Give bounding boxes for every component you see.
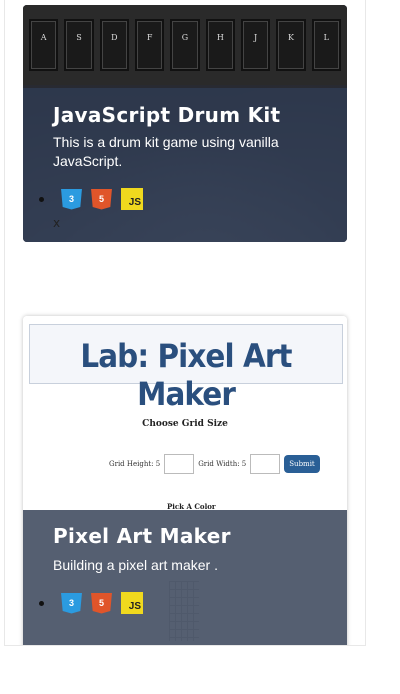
css3-icon: 3 <box>61 188 82 210</box>
html5-icon: 5 <box>91 188 112 210</box>
css3-icon: 3 <box>61 592 82 614</box>
projects-panel: A S D F G H J K L JavaScript Drum Kit Th… <box>5 0 365 645</box>
preview-form: Grid Height: 5 Grid Width: 5 Submit <box>109 454 320 474</box>
drum-key: J <box>240 19 271 71</box>
project-card-pixel-art-maker[interactable]: Lab: Pixel Art Maker Choose Grid Size Gr… <box>23 316 347 645</box>
drum-key: F <box>134 19 165 71</box>
project-title[interactable]: JavaScript Drum Kit <box>53 103 280 127</box>
js-icon: JS <box>121 592 143 614</box>
drum-key: H <box>205 19 235 71</box>
project-description: Building a pixel art maker . <box>53 557 218 573</box>
drum-key: D <box>99 19 129 71</box>
preview-banner-title: Lab: Pixel Art Maker <box>80 337 292 413</box>
preview-grid-height-label: Grid Height: 5 <box>109 460 161 468</box>
stray-x-text: x <box>53 216 61 230</box>
preview-banner: Lab: Pixel Art Maker <box>29 324 343 413</box>
list-bullet <box>39 600 44 606</box>
project-description: This is a drum kit game using vanilla Ja… <box>53 134 279 169</box>
preview-grid-height-input <box>164 454 195 474</box>
project-card-drum-kit[interactable]: A S D F G H J K L JavaScript Drum Kit Th… <box>23 5 347 242</box>
preview-choose-grid: Choose Grid Size <box>142 419 228 429</box>
preview-grid-width-label: Grid Width: 5 <box>198 460 247 468</box>
drum-key: K <box>276 19 306 71</box>
tech-stack-list: 3 5 JS <box>39 188 143 210</box>
drum-key: S <box>64 19 94 71</box>
project-title[interactable]: Pixel Art Maker <box>53 524 231 548</box>
html5-icon: 5 <box>91 592 112 614</box>
js-icon: JS <box>121 188 143 210</box>
list-bullet <box>39 196 44 202</box>
preview-submit-button: Submit <box>284 455 320 473</box>
preview-grid-width-input <box>250 454 281 474</box>
tech-stack-list: 3 5 JS <box>39 592 143 614</box>
drum-key: L <box>311 19 341 71</box>
drum-keys-row: A S D F G H J K L <box>23 5 347 85</box>
drum-key: G <box>170 19 200 71</box>
drum-key: A <box>29 19 59 71</box>
